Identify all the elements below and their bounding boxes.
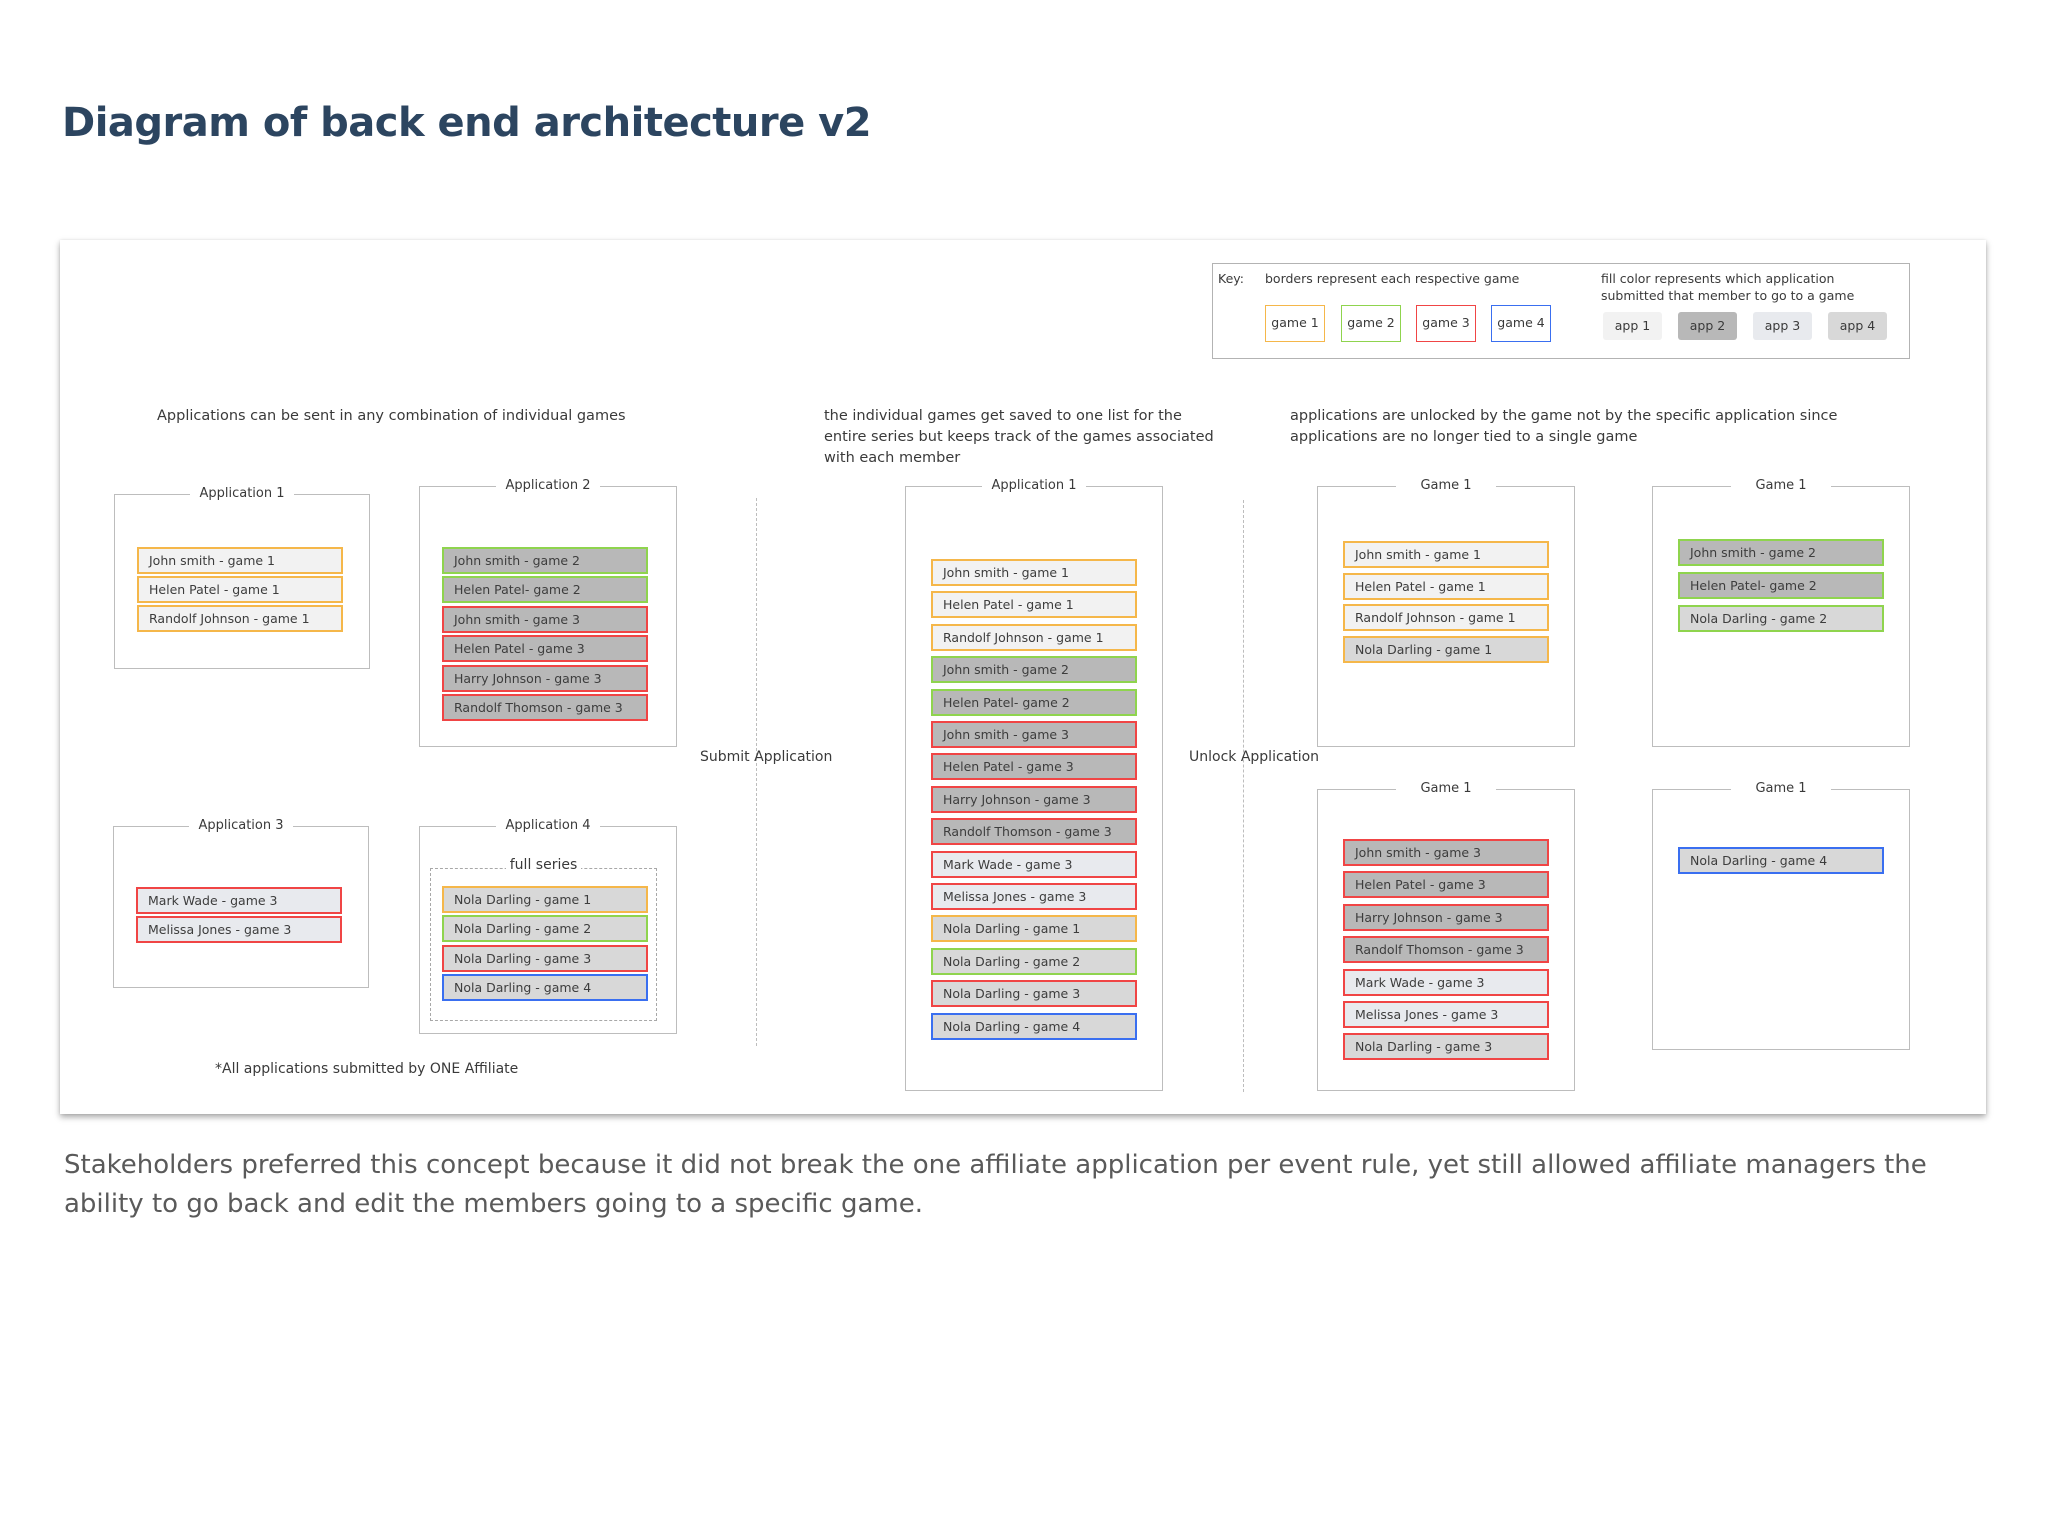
key-game-2: game 2: [1341, 305, 1401, 342]
member-game-item: Nola Darling - game 2: [442, 915, 648, 943]
caption-middle-2: entire series but keeps track of the gam…: [824, 429, 1214, 445]
key-app-2: app 2: [1678, 312, 1737, 340]
key-fill-text-1: fill color represents which application: [1601, 271, 1835, 286]
member-game-item: Randolf Johnson - game 1: [137, 605, 343, 632]
application-group: Application 2 John smith - game 2 Helen P…: [419, 478, 677, 747]
member-game-item: John smith - game 1: [931, 559, 1137, 586]
game-group: Game 1 Nola Darling - game 4: [1652, 781, 1910, 1050]
application-group: Application 1 John smith - game 1 Helen P…: [114, 486, 370, 669]
member-game-item: John smith - game 3: [1343, 839, 1549, 866]
member-game-item: Helen Patel- game 2: [442, 576, 648, 604]
member-game-item: Mark Wade - game 3: [1343, 968, 1549, 996]
caption-middle-3: with each member: [824, 450, 961, 466]
member-game-item: Helen Patel - game 3: [442, 635, 648, 663]
member-game-item: Helen Patel - game 1: [137, 576, 343, 603]
application-group: Application 3 Mark Wade - game 3 Melissa …: [113, 818, 369, 988]
member-game-item: Nola Darling - game 1: [1343, 635, 1549, 663]
group-label: Game 1: [1396, 781, 1496, 796]
member-game-item: Nola Darling - game 3: [931, 980, 1137, 1008]
group-label: Application 2: [496, 478, 600, 493]
submit-divider: [756, 498, 757, 1046]
group-label: Application 4: [496, 818, 600, 833]
member-game-item: Melissa Jones - game 3: [931, 883, 1137, 910]
group-label: Game 1: [1396, 478, 1496, 493]
caption-right-1: applications are unlocked by the game no…: [1290, 408, 1838, 424]
member-game-item: John smith - game 3: [931, 721, 1137, 748]
member-game-item: Harry Johnson - game 3: [1343, 903, 1549, 931]
full-series-label: full series: [505, 857, 582, 873]
member-game-item: Helen Patel - game 1: [1343, 572, 1549, 600]
member-game-item: Helen Patel- game 2: [931, 688, 1137, 716]
member-game-item: Mark Wade - game 3: [931, 850, 1137, 878]
member-game-item: Randolf Thomson - game 3: [1343, 936, 1549, 964]
group-label: Game 1: [1731, 781, 1831, 796]
unlock-application-label: Unlock Application: [1189, 749, 1320, 765]
member-game-item: Helen Patel - game 3: [1343, 871, 1549, 899]
member-game-item: Randolf Johnson - game 1: [931, 623, 1137, 651]
member-game-item: Helen Patel- game 2: [1678, 572, 1884, 599]
key-fill-text-2: submitted that member to go to a game: [1601, 288, 1855, 303]
caption-middle-1: the individual games get saved to one li…: [824, 408, 1182, 424]
group-label: Application 1: [190, 486, 294, 501]
key-app-1: app 1: [1603, 312, 1662, 340]
member-game-item: Helen Patel - game 1: [931, 591, 1137, 619]
member-game-item: Helen Patel - game 3: [931, 753, 1137, 781]
key-borders-text: borders represent each respective game: [1265, 271, 1520, 286]
member-game-item: John smith - game 3: [442, 605, 648, 633]
member-game-item: Nola Darling - game 2: [1678, 605, 1884, 632]
member-game-item: John smith - game 2: [442, 547, 648, 574]
game-group: Game 1 John smith - game 1 Helen Patel - …: [1317, 478, 1575, 747]
game-group: Game 1 John smith - game 3 Helen Patel - …: [1317, 781, 1575, 1091]
member-game-item: Randolf Johnson - game 1: [1343, 604, 1549, 631]
member-game-item: Nola Darling - game 4: [442, 973, 648, 1001]
submit-application-label: Submit Application: [700, 749, 833, 765]
member-game-item: John smith - game 1: [137, 547, 343, 574]
group-label: Application 3: [189, 818, 293, 833]
member-game-item: John smith - game 2: [931, 656, 1137, 684]
group-label: Application 1: [982, 478, 1086, 493]
key-game-4: game 4: [1491, 305, 1551, 342]
member-game-item: Randolf Thomson - game 3: [931, 818, 1137, 846]
caption-right-2: applications are no longer tied to a sin…: [1290, 429, 1638, 445]
key-app-4: app 4: [1828, 312, 1887, 340]
member-game-item: Melissa Jones - game 3: [136, 916, 342, 943]
member-game-item: Nola Darling - game 1: [442, 886, 648, 913]
member-game-item: John smith - game 1: [1343, 541, 1549, 568]
application-group: Application 4 full series Nola Darling -…: [419, 818, 677, 1034]
legend-key: Key: borders represent each respective g…: [1212, 263, 1910, 359]
member-game-item: Melissa Jones - game 3: [1343, 1001, 1549, 1028]
game-group: Game 1 John smith - game 2 Helen Patel- g…: [1652, 478, 1910, 747]
member-game-item: Nola Darling - game 4: [931, 1012, 1137, 1040]
member-game-item: Mark Wade - game 3: [136, 887, 342, 914]
member-game-item: Nola Darling - game 3: [442, 944, 648, 972]
combined-application-group: Application 1 John smith - game 1 Helen P…: [905, 478, 1163, 1091]
key-label: Key:: [1218, 271, 1244, 286]
affiliate-note: *All applications submitted by ONE Affil…: [215, 1061, 519, 1077]
page-title: Diagram of back end architecture v2: [62, 100, 872, 146]
key-game-1: game 1: [1265, 305, 1325, 342]
member-game-item: Nola Darling - game 3: [1343, 1033, 1549, 1061]
member-game-item: Nola Darling - game 4: [1678, 847, 1884, 874]
member-game-item: Harry Johnson - game 3: [442, 664, 648, 692]
unlock-divider: [1243, 500, 1244, 1092]
member-game-item: Nola Darling - game 1: [931, 915, 1137, 943]
caption-left: Applications can be sent in any combinat…: [157, 408, 626, 424]
member-game-item: Nola Darling - game 2: [931, 947, 1137, 975]
group-label: Game 1: [1731, 478, 1831, 493]
member-game-item: Randolf Thomson - game 3: [442, 694, 648, 721]
description-paragraph: Stakeholders preferred this concept beca…: [64, 1150, 1927, 1219]
key-app-3: app 3: [1753, 312, 1812, 340]
member-game-item: Harry Johnson - game 3: [931, 785, 1137, 813]
key-game-3: game 3: [1416, 305, 1476, 342]
member-game-item: John smith - game 2: [1678, 539, 1884, 566]
